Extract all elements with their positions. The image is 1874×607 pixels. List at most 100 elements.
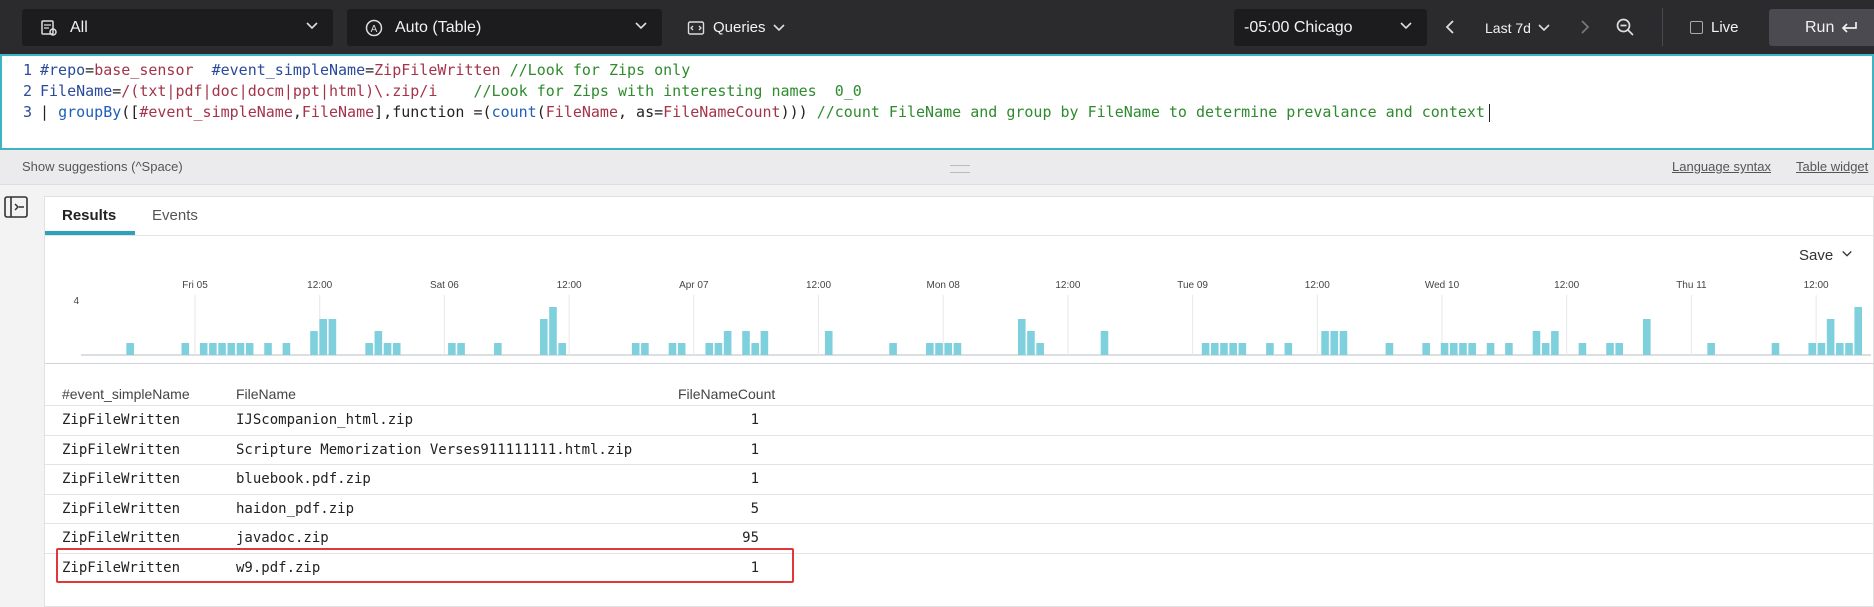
table-widget-link[interactable]: Table widget — [1796, 159, 1868, 174]
table-row[interactable]: ZipFileWritten bluebook.pdf.zip 1 — [45, 464, 1874, 494]
histogram-bar[interactable] — [328, 319, 337, 355]
histogram-bar[interactable] — [824, 331, 833, 355]
histogram-bar[interactable] — [1036, 343, 1044, 355]
histogram-bar[interactable] — [1642, 319, 1651, 355]
histogram-bar[interactable] — [227, 343, 236, 355]
column-header-filename[interactable]: FileName — [236, 386, 296, 402]
histogram-bar[interactable] — [126, 343, 134, 355]
histogram-bar[interactable] — [1220, 343, 1228, 355]
histogram-bar[interactable] — [1284, 343, 1293, 355]
column-header-event[interactable]: #event_simpleName — [62, 386, 190, 402]
histogram-bar[interactable] — [631, 343, 640, 355]
histogram-bar[interactable] — [1836, 343, 1844, 355]
next-time-button[interactable] — [1571, 14, 1597, 40]
histogram-bar[interactable] — [935, 343, 943, 355]
histogram-bar[interactable] — [1707, 343, 1715, 355]
histogram-bar[interactable] — [1459, 343, 1467, 355]
histogram-bar[interactable] — [392, 343, 401, 355]
histogram-bar[interactable] — [1808, 343, 1817, 355]
save-menu[interactable]: Save — [1799, 247, 1853, 264]
histogram-bar[interactable] — [1027, 331, 1035, 355]
histogram-bar[interactable] — [383, 343, 392, 355]
histogram-bar[interactable] — [310, 331, 318, 355]
histogram-bar[interactable] — [1449, 343, 1458, 355]
histogram-bar[interactable] — [926, 343, 934, 355]
previous-time-button[interactable] — [1438, 14, 1464, 40]
run-button[interactable]: Run — [1769, 9, 1874, 46]
histogram-bar[interactable] — [723, 331, 732, 355]
histogram-bar[interactable] — [209, 343, 217, 355]
language-syntax-link[interactable]: Language syntax — [1672, 159, 1771, 174]
histogram-bar[interactable] — [245, 343, 254, 355]
histogram-bar[interactable] — [1541, 343, 1550, 355]
histogram-bar[interactable] — [1606, 343, 1614, 355]
histogram-bar[interactable] — [181, 343, 190, 355]
histogram-bar[interactable] — [1229, 343, 1237, 355]
query-line[interactable]: 1 #repo=base_sensor #event_simpleName=Zip… — [2, 60, 690, 81]
histogram-bar[interactable] — [199, 343, 208, 355]
histogram-bar[interactable] — [319, 319, 327, 355]
histogram-bar[interactable] — [457, 343, 465, 355]
histogram-bar[interactable] — [705, 343, 714, 355]
histogram-bar[interactable] — [218, 343, 226, 355]
widget-select[interactable]: A Auto (Table) — [347, 9, 662, 46]
histogram-bar[interactable] — [1422, 343, 1430, 355]
timezone-select[interactable]: -05:00 Chicago — [1234, 9, 1427, 46]
histogram-bar[interactable] — [953, 343, 962, 355]
histogram-bar[interactable] — [365, 343, 373, 355]
histogram-bar[interactable] — [1339, 331, 1348, 355]
histogram-bar[interactable] — [1532, 331, 1541, 355]
histogram-bar[interactable] — [1551, 331, 1559, 355]
histogram-bar[interactable] — [1321, 331, 1329, 355]
field-panel-toggle-icon[interactable] — [4, 196, 28, 218]
histogram-bar[interactable] — [889, 343, 897, 355]
histogram-bar[interactable] — [742, 331, 750, 355]
histogram-bar[interactable] — [282, 343, 291, 355]
histogram-bar[interactable] — [558, 343, 566, 355]
tab-results[interactable]: Results — [62, 207, 116, 224]
histogram-bar[interactable] — [539, 319, 548, 355]
live-checkbox[interactable] — [1690, 21, 1703, 34]
histogram-bar[interactable] — [944, 343, 953, 355]
histogram-bar[interactable] — [549, 307, 557, 355]
histogram-bar[interactable] — [494, 343, 502, 355]
histogram-bar[interactable] — [714, 343, 723, 355]
repository-select[interactable]: All — [22, 9, 333, 46]
event-histogram[interactable]: 4 Fri 05 12:00 Sat 06 12:00 Apr 07 12:00 Mon 08… — [45, 273, 1874, 363]
histogram-bar[interactable] — [1854, 307, 1862, 355]
histogram-bar[interactable] — [760, 331, 769, 355]
histogram-bar[interactable] — [1385, 343, 1394, 355]
resize-handle[interactable] — [950, 165, 970, 173]
time-range-select[interactable]: Last 7d — [1485, 9, 1551, 46]
histogram-bar[interactable] — [1201, 343, 1210, 355]
histogram-bar[interactable] — [1771, 343, 1780, 355]
histogram-bar[interactable] — [668, 343, 677, 355]
query-editor[interactable]: 1 #repo=base_sensor #event_simpleName=Zip… — [0, 54, 1874, 150]
histogram-bar[interactable] — [641, 343, 649, 355]
table-row[interactable]: ZipFileWritten IJScompanion_html.zip 1 — [45, 405, 1874, 435]
query-line[interactable]: 3 | groupBy([#event_simpleName,FileName],… — [2, 102, 1490, 123]
histogram-bar[interactable] — [1845, 343, 1853, 355]
histogram-bar[interactable] — [1238, 343, 1247, 355]
show-suggestions-hint[interactable]: Show suggestions (^Space) — [22, 159, 183, 174]
table-row[interactable]: ZipFileWritten haidon_pdf.zip 5 — [45, 493, 1874, 524]
live-toggle[interactable]: Live — [1690, 9, 1739, 46]
query-line[interactable]: 2 FileName=/(txt|pdf|doc|docm|ppt|html)\.… — [2, 81, 862, 102]
histogram-bar[interactable] — [1826, 319, 1835, 355]
histogram-bar[interactable] — [751, 343, 759, 355]
tab-events[interactable]: Events — [152, 207, 198, 224]
histogram-bar[interactable] — [1817, 343, 1826, 355]
histogram-bar[interactable] — [1468, 343, 1476, 355]
histogram-bar[interactable] — [448, 343, 456, 355]
histogram-bar[interactable] — [1266, 343, 1274, 355]
table-row[interactable]: ZipFileWritten Scripture Memorization Ver… — [45, 434, 1874, 465]
histogram-bar[interactable] — [1210, 343, 1219, 355]
histogram-bar[interactable] — [1505, 343, 1513, 355]
histogram-bar[interactable] — [264, 343, 272, 355]
histogram-bar[interactable] — [677, 343, 686, 355]
histogram-bar[interactable] — [1615, 343, 1624, 355]
column-header-count[interactable]: FileNameCount — [678, 386, 775, 402]
histogram-bar[interactable] — [1100, 331, 1109, 355]
histogram-bar[interactable] — [1486, 343, 1495, 355]
histogram-bar[interactable] — [1440, 343, 1449, 355]
